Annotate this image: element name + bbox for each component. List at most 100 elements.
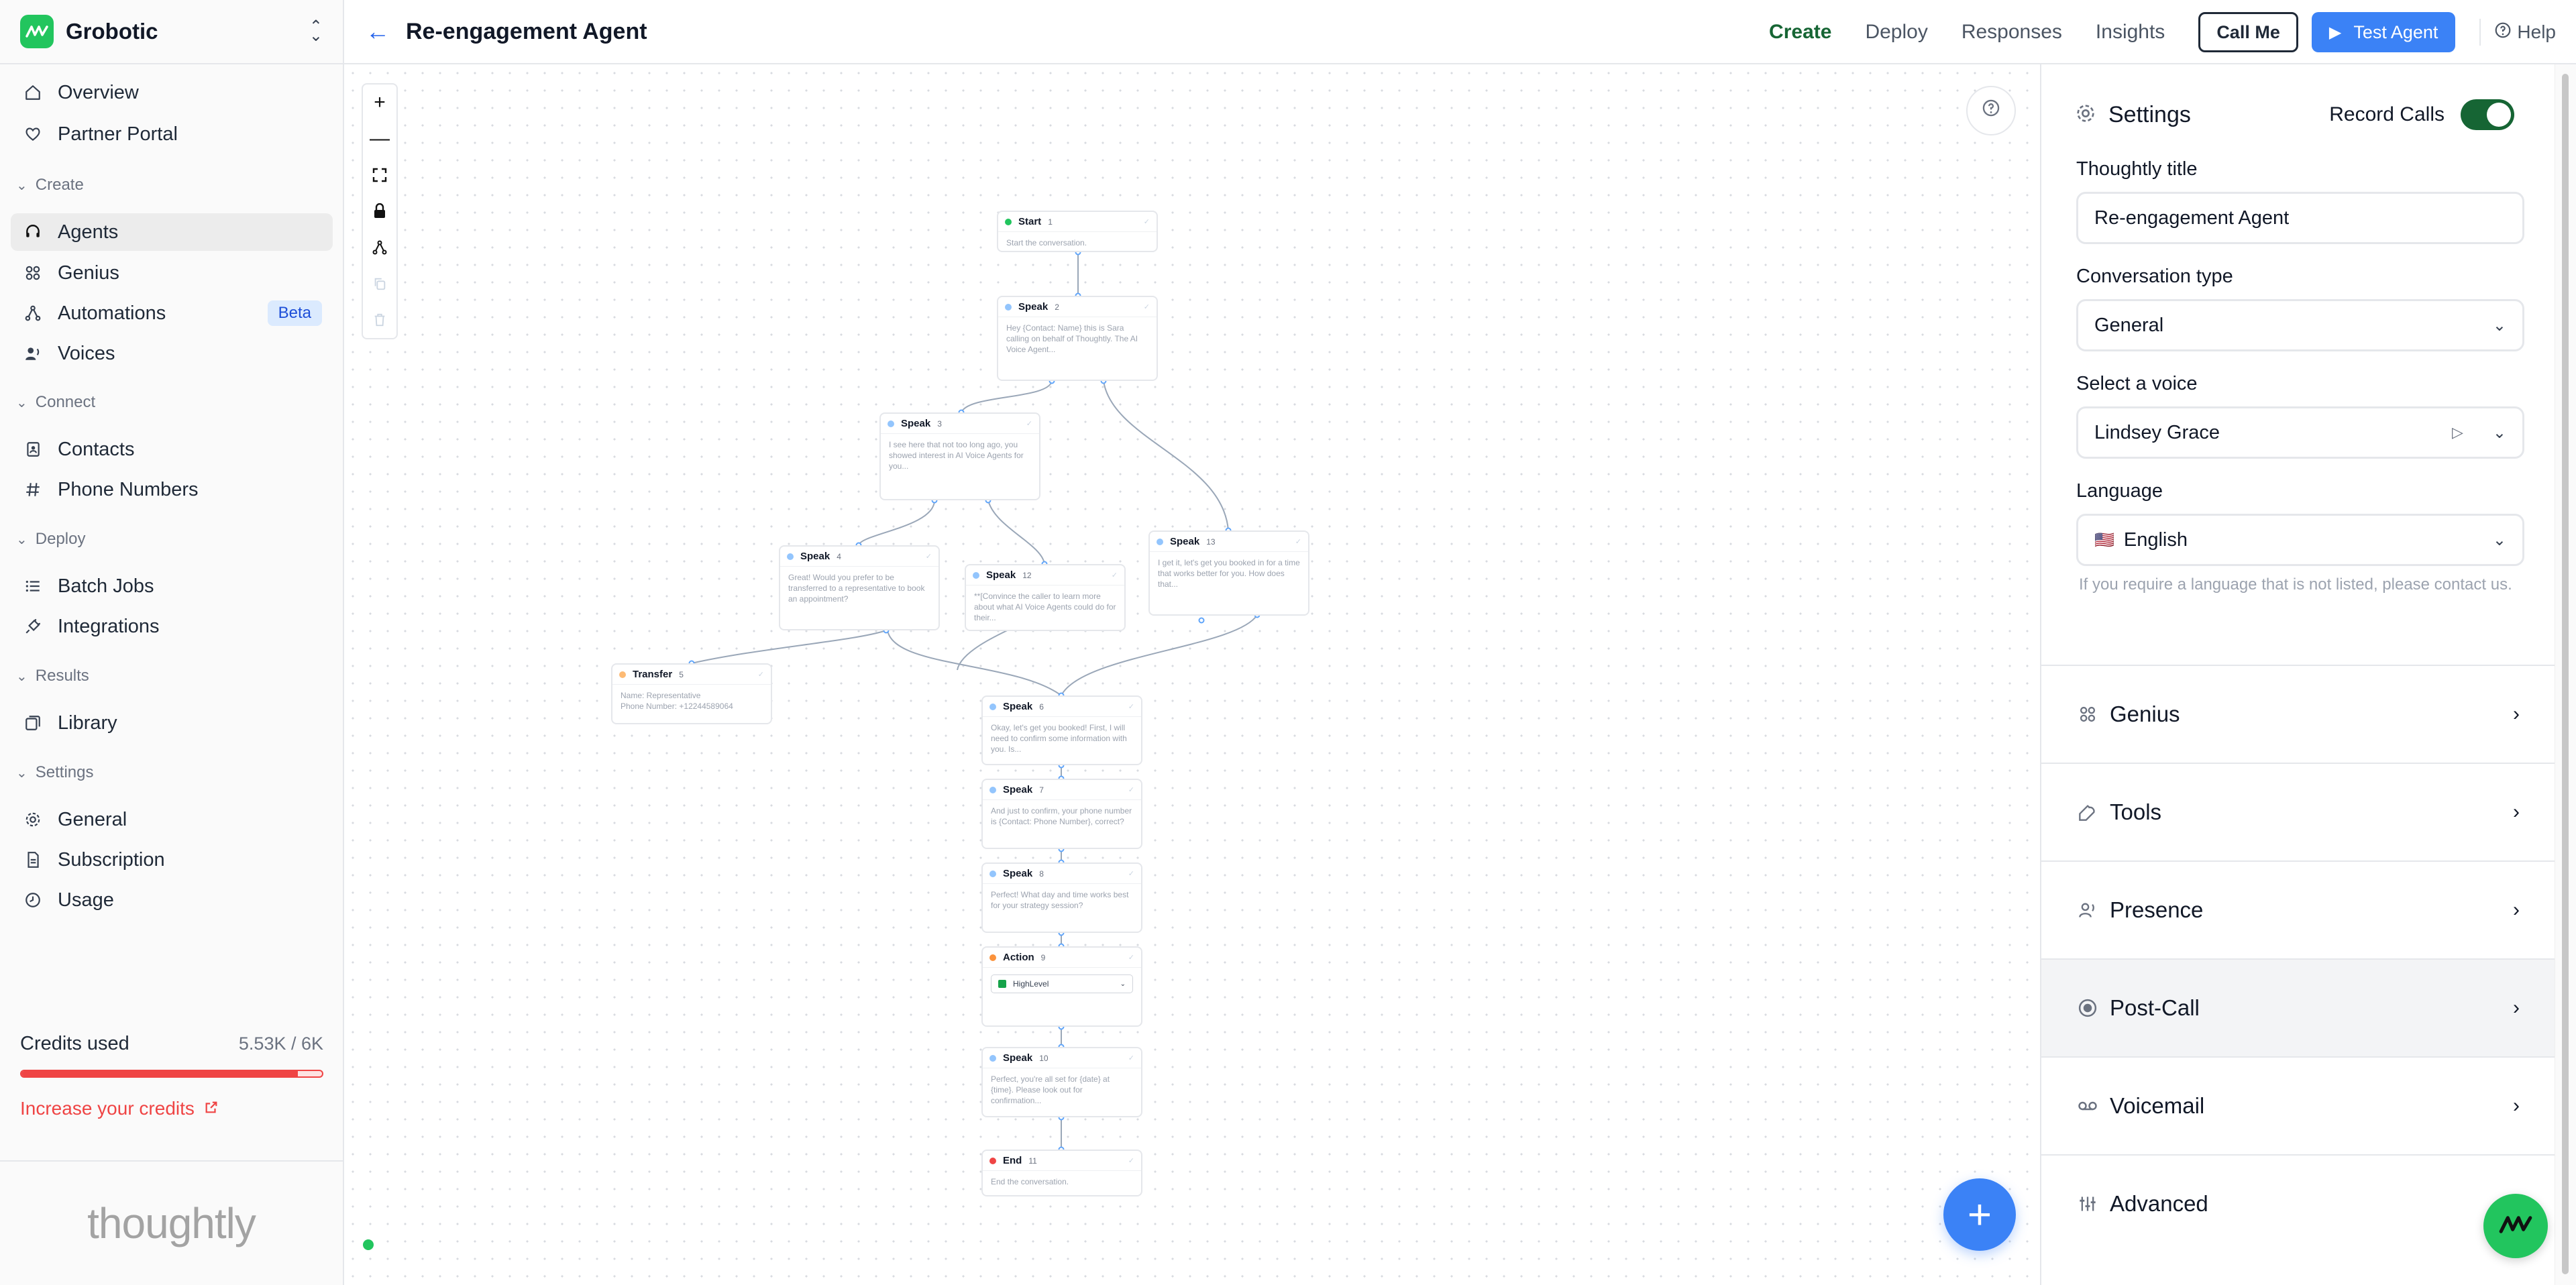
chevron-down-icon: ⌄ (16, 669, 28, 684)
thoughtly-title-input[interactable]: Re-engagement Agent (2076, 192, 2524, 244)
flow-node-speak-13[interactable]: Speak 13 ✓ I get it, let's get you booked … (1148, 530, 1309, 616)
gear-icon (2075, 103, 2096, 127)
canvas-help-button[interactable] (1966, 86, 2016, 135)
speak-icon (989, 703, 996, 710)
section-label: Connect (35, 393, 96, 411)
action-integration-select[interactable]: HighLevel ⌄ (991, 974, 1133, 993)
sidebar-item-general[interactable]: General (11, 801, 333, 838)
zoom-in-icon[interactable]: + (363, 85, 396, 121)
add-node-button[interactable]: + (1943, 1178, 2016, 1251)
node-text: Hey {Contact: Name} this is Sara calling… (1006, 323, 1138, 354)
sidebar-item-batch-jobs[interactable]: Batch Jobs (11, 567, 333, 605)
auto-layout-icon[interactable] (363, 229, 396, 266)
record-calls-toggle[interactable] (2461, 99, 2514, 130)
sidebar-item-voices[interactable]: Voices (11, 335, 333, 372)
chevron-down-icon: ⌄ (1120, 980, 1126, 988)
node-number: 13 (1206, 537, 1216, 547)
node-title: Speak (986, 569, 1016, 581)
section-deploy[interactable]: ⌄ Deploy (16, 530, 85, 549)
section-create[interactable]: ⌄ Create (16, 176, 84, 194)
section-settings[interactable]: ⌄ Settings (16, 763, 93, 782)
node-text: I see here that not too long ago, you sh… (889, 440, 1024, 471)
flow-node-speak-8[interactable]: Speak 8 ✓ Perfect! What day and time works… (981, 862, 1142, 933)
sidebar-item-automations[interactable]: Automations Beta (11, 294, 333, 332)
flow-node-speak-7[interactable]: Speak 7 ✓ And just to confirm, your phone … (981, 779, 1142, 849)
back-arrow-icon[interactable]: ← (366, 17, 390, 46)
section-label: Results (35, 667, 89, 685)
settings-panel: Settings Record Calls Thoughtly title Re… (2040, 64, 2555, 1285)
increase-credits-link[interactable]: Increase your credits (20, 1098, 323, 1119)
sidebar-item-label: Agents (58, 221, 119, 243)
flow-node-speak-3[interactable]: Speak 3 ✓ I see here that not too long ago… (879, 412, 1040, 500)
sidebar-item-overview[interactable]: Overview (11, 74, 333, 111)
workspace-switcher[interactable]: Grobotic ⌃ ⌄ (0, 0, 343, 64)
flow-node-speak-4[interactable]: Speak 4 ✓ Great! Would you prefer to be tr… (779, 545, 940, 630)
language-select[interactable]: 🇺🇸 English ⌄ (2076, 514, 2524, 566)
external-link-icon (204, 1098, 219, 1119)
flow-node-speak-2[interactable]: Speak 2 ✓ Hey {Contact: Name} this is Sara… (997, 296, 1158, 381)
zoom-out-icon[interactable]: — (363, 121, 396, 157)
node-title: Speak (1170, 536, 1200, 547)
fit-view-icon[interactable] (363, 157, 396, 193)
flow-canvas[interactable]: + — Start 1 ✓ Start the conversation. Spea… (344, 64, 2040, 1285)
section-tools[interactable]: Tools › (2041, 763, 2555, 860)
top-bar: ← Re-engagement Agent Create Deploy Resp… (344, 0, 2576, 64)
lock-icon[interactable] (363, 193, 396, 229)
transfer-phone: Phone Number: +12244589064 (621, 702, 733, 711)
action-integration-value: HighLevel (1013, 979, 1049, 989)
help-link[interactable]: Help (2494, 21, 2556, 44)
thoughtly-title-value: Re-engagement Agent (2094, 207, 2290, 229)
genius-icon (2076, 705, 2099, 724)
sidebar-item-usage[interactable]: Usage (11, 881, 333, 919)
test-agent-button[interactable]: ▶ Test Agent (2311, 12, 2456, 52)
speak-icon (888, 420, 894, 427)
sidebar-item-genius[interactable]: Genius (11, 254, 333, 292)
conversation-type-select[interactable]: General ⌄ (2076, 299, 2524, 351)
tab-insights[interactable]: Insights (2096, 21, 2165, 44)
node-text: And just to confirm, your phone number i… (991, 806, 1132, 826)
sidebar-item-agents[interactable]: Agents (11, 213, 333, 251)
sidebar-item-integrations[interactable]: Integrations (11, 608, 333, 645)
sidebar-item-phone-numbers[interactable]: Phone Numbers (11, 471, 333, 508)
sidebar-item-contacts[interactable]: Contacts (11, 431, 333, 468)
section-connect[interactable]: ⌄ Connect (16, 393, 95, 412)
sidebar-item-label: Batch Jobs (58, 575, 154, 597)
tab-deploy[interactable]: Deploy (1865, 21, 1927, 44)
sidebar-item-library[interactable]: Library (11, 704, 333, 742)
scrollbar-thumb[interactable] (2562, 74, 2569, 1274)
node-number: 5 (679, 669, 684, 679)
node-text: **[Convince the caller to learn more abo… (974, 592, 1116, 622)
voice-select[interactable]: Lindsey Grace ▷ ⌄ (2076, 406, 2524, 459)
play-voice-icon[interactable]: ▷ (2452, 424, 2463, 441)
flow-node-transfer-5[interactable]: Transfer 5 ✓ Name: Representative Phone Num… (611, 663, 772, 724)
flow-node-speak-10[interactable]: Speak 10 ✓ Perfect, you're all set for {da… (981, 1047, 1142, 1117)
sidebar-item-label: Automations (58, 302, 166, 324)
support-chat-button[interactable] (2483, 1194, 2548, 1258)
sidebar-item-subscription[interactable]: Subscription (11, 841, 333, 879)
highlevel-logo-icon (998, 980, 1006, 988)
section-results[interactable]: ⌄ Results (16, 667, 89, 685)
section-presence[interactable]: Presence › (2041, 860, 2555, 958)
chevron-down-icon: ⌄ (2492, 423, 2506, 442)
sidebar-item-label: Partner Portal (58, 123, 178, 145)
tab-create[interactable]: Create (1769, 21, 1831, 44)
sidebar-item-partner-portal[interactable]: Partner Portal (11, 115, 333, 153)
flow-node-start[interactable]: Start 1 ✓ Start the conversation. (997, 211, 1158, 252)
record-icon (2076, 998, 2099, 1018)
flow-node-action-9[interactable]: Action 9 ✓ HighLevel ⌄ (981, 946, 1142, 1027)
section-genius[interactable]: Genius › (2041, 665, 2555, 763)
node-text: Perfect! What day and time works best fo… (991, 890, 1129, 910)
tab-responses[interactable]: Responses (1962, 21, 2062, 44)
section-post-call[interactable]: Post-Call › (2041, 958, 2555, 1056)
flow-node-speak-6[interactable]: Speak 6 ✓ Okay, let's get you booked! Firs… (981, 695, 1142, 765)
call-me-button[interactable]: Call Me (2198, 12, 2298, 52)
section-advanced[interactable]: Advanced › (2041, 1154, 2555, 1252)
node-title: Speak (1018, 301, 1049, 313)
node-title: Speak (1003, 701, 1033, 712)
clock-icon (21, 889, 44, 911)
panel-scrollbar[interactable] (2555, 64, 2576, 1285)
flow-node-end-11[interactable]: End 11 ✓ End the conversation. (981, 1150, 1142, 1196)
section-voicemail[interactable]: Voicemail › (2041, 1056, 2555, 1154)
flow-node-speak-12[interactable]: Speak 12 ✓ **[Convince the caller to learn… (965, 564, 1126, 631)
node-number: 7 (1039, 785, 1044, 795)
